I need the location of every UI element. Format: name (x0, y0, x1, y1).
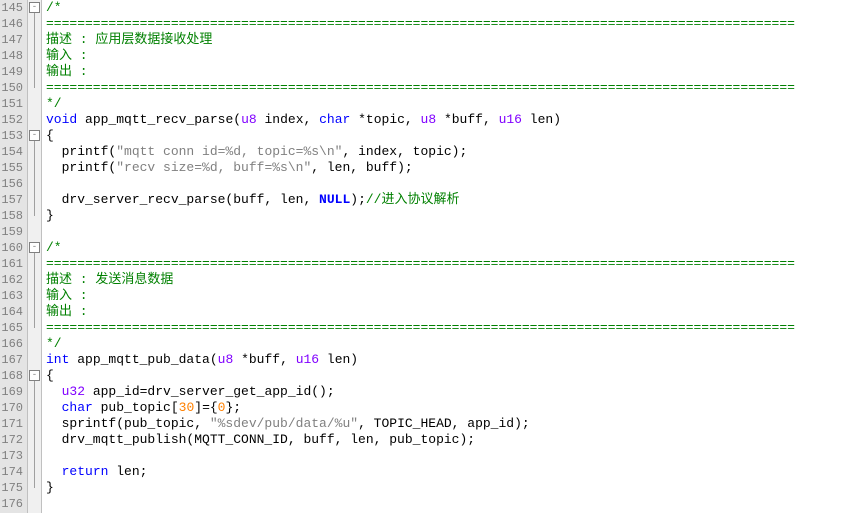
line-number: 167 (0, 352, 23, 368)
line-number: 157 (0, 192, 23, 208)
line-number: 174 (0, 464, 23, 480)
fold-toggle-icon[interactable]: - (29, 2, 40, 13)
code-line[interactable]: } (46, 480, 852, 496)
line-number: 153 (0, 128, 23, 144)
line-number: 165 (0, 320, 23, 336)
line-number: 146 (0, 16, 23, 32)
fold-toggle-icon[interactable]: - (29, 242, 40, 253)
line-number: 160 (0, 240, 23, 256)
code-line[interactable]: /* (46, 240, 852, 256)
code-line[interactable]: ========================================… (46, 80, 852, 96)
line-number: 154 (0, 144, 23, 160)
code-line[interactable]: /* (46, 0, 852, 16)
line-number: 148 (0, 48, 23, 64)
line-number: 147 (0, 32, 23, 48)
code-line[interactable]: char pub_topic[30]={0}; (46, 400, 852, 416)
code-area[interactable]: /*======================================… (42, 0, 852, 513)
code-line[interactable]: 输入 : (46, 48, 852, 64)
line-number: 169 (0, 384, 23, 400)
code-line[interactable]: */ (46, 336, 852, 352)
fold-guide (34, 8, 35, 88)
code-line[interactable]: */ (46, 96, 852, 112)
line-number: 149 (0, 64, 23, 80)
line-number: 145 (0, 0, 23, 16)
code-line[interactable]: printf("recv size=%d, buff=%s\n", len, b… (46, 160, 852, 176)
code-line[interactable]: drv_mqtt_publish(MQTT_CONN_ID, buff, len… (46, 432, 852, 448)
line-number: 155 (0, 160, 23, 176)
line-number: 152 (0, 112, 23, 128)
line-number: 159 (0, 224, 23, 240)
code-line[interactable]: return len; (46, 464, 852, 480)
line-number: 164 (0, 304, 23, 320)
code-line[interactable]: printf("mqtt conn id=%d, topic=%s\n", in… (46, 144, 852, 160)
code-line[interactable] (46, 448, 852, 464)
line-number: 170 (0, 400, 23, 416)
fold-column: - - - - (28, 0, 42, 513)
line-number: 161 (0, 256, 23, 272)
line-number: 166 (0, 336, 23, 352)
line-number: 175 (0, 480, 23, 496)
code-line[interactable]: u32 app_id=drv_server_get_app_id(); (46, 384, 852, 400)
code-line[interactable] (46, 224, 852, 240)
code-line[interactable] (46, 176, 852, 192)
line-number: 151 (0, 96, 23, 112)
line-number: 171 (0, 416, 23, 432)
fold-guide (34, 136, 35, 216)
code-line[interactable]: 输入 : (46, 288, 852, 304)
line-number: 176 (0, 496, 23, 512)
code-line[interactable]: { (46, 128, 852, 144)
line-number: 156 (0, 176, 23, 192)
fold-guide (34, 248, 35, 328)
code-line[interactable]: } (46, 208, 852, 224)
fold-toggle-icon[interactable]: - (29, 370, 40, 381)
code-line[interactable]: drv_server_recv_parse(buff, len, NULL);/… (46, 192, 852, 208)
code-line[interactable]: sprintf(pub_topic, "%sdev/pub/data/%u", … (46, 416, 852, 432)
line-number: 162 (0, 272, 23, 288)
code-line[interactable]: 描述 : 发送消息数据 (46, 272, 852, 288)
code-line[interactable]: 输出 : (46, 64, 852, 80)
line-number: 150 (0, 80, 23, 96)
code-line[interactable]: void app_mqtt_recv_parse(u8 index, char … (46, 112, 852, 128)
code-line[interactable]: { (46, 368, 852, 384)
line-number: 163 (0, 288, 23, 304)
line-number-gutter: 1451461471481491501511521531541551561571… (0, 0, 28, 513)
line-number: 158 (0, 208, 23, 224)
code-line[interactable]: ========================================… (46, 256, 852, 272)
fold-toggle-icon[interactable]: - (29, 130, 40, 141)
code-line[interactable]: ========================================… (46, 320, 852, 336)
line-number: 173 (0, 448, 23, 464)
fold-guide (34, 376, 35, 488)
code-line[interactable]: 描述 : 应用层数据接收处理 (46, 32, 852, 48)
code-line[interactable] (46, 496, 852, 512)
code-line[interactable]: ========================================… (46, 16, 852, 32)
code-line[interactable]: int app_mqtt_pub_data(u8 *buff, u16 len) (46, 352, 852, 368)
line-number: 168 (0, 368, 23, 384)
code-line[interactable]: 输出 : (46, 304, 852, 320)
line-number: 172 (0, 432, 23, 448)
